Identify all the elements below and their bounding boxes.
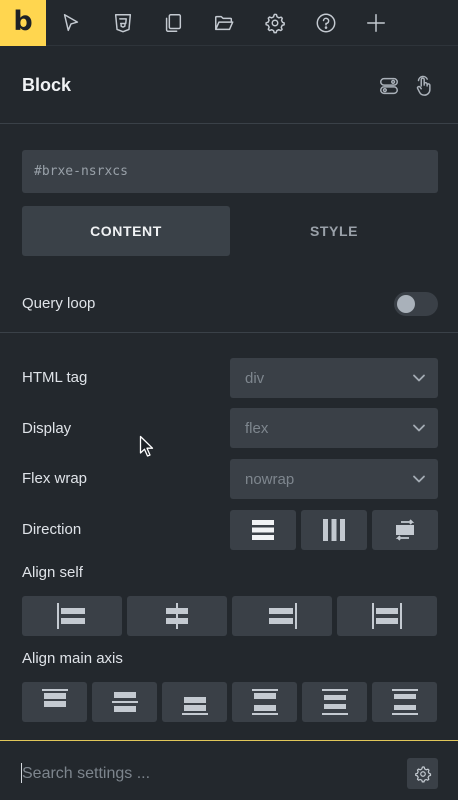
tab-content[interactable]: CONTENT [22,206,230,256]
space-evenly-icon [391,689,418,715]
justify-start-icon [41,689,68,707]
html-tag-select[interactable]: div [230,358,438,398]
plus-icon[interactable] [351,0,401,46]
query-loop-toggle[interactable] [394,292,438,316]
direction-column-button[interactable] [230,510,296,550]
reverse-icon [395,519,415,541]
space-around-icon [321,689,348,715]
logo-text: b [13,6,33,37]
space-between-icon [251,689,278,715]
column-icon [252,520,274,540]
css3-icon[interactable] [98,0,148,46]
search-settings-button[interactable] [407,758,438,789]
flex-wrap-value: nowrap [245,470,295,488]
chevron-down-icon [412,371,426,385]
tab-style[interactable]: STYLE [230,206,438,256]
element-id-field[interactable]: #brxe-nsrxcs [22,150,438,193]
flex-wrap-label: Flex wrap [22,470,88,487]
settings-search-bar [0,740,458,800]
align-main-axis-label: Align main axis [22,650,123,667]
panel-title: Block [22,75,72,95]
align-self-label: Align self [22,564,83,581]
justify-end-button[interactable] [162,682,227,722]
toggle-settings-icon[interactable] [378,75,400,97]
direction-reverse-button[interactable] [372,510,438,550]
align-center-icon [166,603,188,629]
gear-icon[interactable] [250,0,300,46]
space-between-button[interactable] [232,682,297,722]
html-tag-label: HTML tag [22,369,88,386]
help-icon[interactable] [301,0,351,46]
align-self-start-button[interactable] [22,596,122,636]
display-select[interactable]: flex [230,408,438,448]
panel-header: Block [0,46,458,124]
space-around-button[interactable] [302,682,367,722]
align-start-icon [57,603,85,629]
display-label: Display [22,420,72,437]
align-self-center-button[interactable] [127,596,227,636]
align-self-stretch-button[interactable] [337,596,437,636]
space-evenly-button[interactable] [372,682,437,722]
folder-icon[interactable] [199,0,249,46]
align-end-icon [269,603,297,629]
justify-end-icon [181,697,208,715]
bricks-logo[interactable]: b [0,0,46,46]
text-caret [21,763,22,783]
chevron-down-icon [412,421,426,435]
row-icon [323,519,345,541]
flex-wrap-select[interactable]: nowrap [230,459,438,499]
pages-icon[interactable] [148,0,198,46]
display-value: flex [245,419,269,437]
gear-icon [414,765,431,782]
hand-pointer-icon[interactable] [413,75,435,97]
align-stretch-icon [372,603,402,629]
align-self-end-button[interactable] [232,596,332,636]
mouse-pointer-icon [139,435,154,457]
cursor-arrow-icon[interactable] [46,0,96,46]
direction-label: Direction [22,521,82,538]
justify-center-icon [111,692,138,712]
justify-center-button[interactable] [92,682,157,722]
search-settings-input[interactable] [22,761,382,787]
query-loop-label: Query loop [22,295,96,312]
chevron-down-icon [412,472,426,486]
justify-start-button[interactable] [22,682,87,722]
main-toolbar: b [0,0,458,46]
html-tag-value: div [245,369,265,387]
direction-row-button[interactable] [301,510,367,550]
toggle-knob [397,295,415,313]
section-divider [0,332,458,333]
